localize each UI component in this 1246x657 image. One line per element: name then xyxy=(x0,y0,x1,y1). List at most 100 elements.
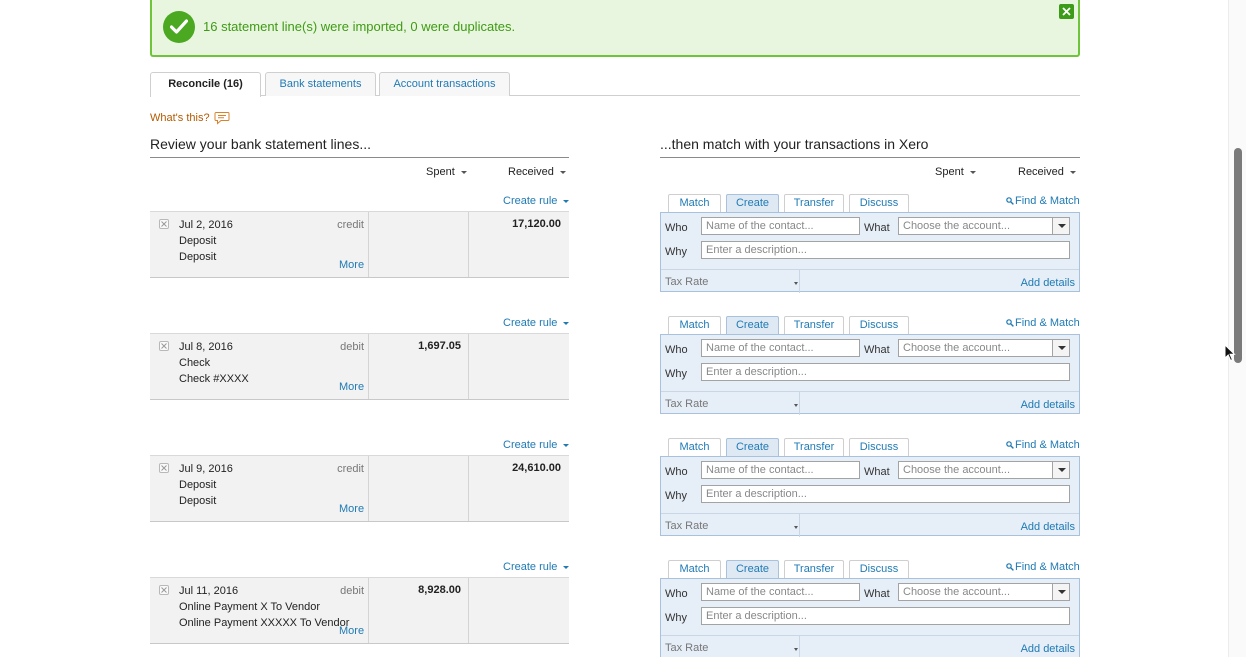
description-input[interactable]: Enter a description... xyxy=(701,607,1070,625)
tax-rate-select[interactable]: Tax Rate xyxy=(665,276,708,288)
add-details-link[interactable]: Add details xyxy=(1021,399,1075,411)
create-rule-link[interactable]: Create rule xyxy=(503,195,570,207)
statement-reference: Deposit xyxy=(179,251,217,263)
account-select-placeholder: Choose the account... xyxy=(903,220,1011,232)
statement-line: Jul 9, 2016 credit Deposit Deposit More … xyxy=(150,455,569,522)
tab-create[interactable]: Create xyxy=(726,560,779,578)
find-match-link[interactable]: Find & Match xyxy=(1006,195,1080,207)
chevron-down-icon[interactable] xyxy=(794,526,798,529)
search-icon xyxy=(1006,563,1014,571)
statement-type: credit xyxy=(337,463,364,475)
remove-line-icon[interactable] xyxy=(159,585,169,595)
tax-row: Tax Rate Add details xyxy=(661,635,1079,657)
column-divider xyxy=(468,578,469,643)
who-input[interactable]: Name of the contact... xyxy=(701,339,860,357)
account-select[interactable]: Choose the account... xyxy=(898,583,1070,601)
tab-match[interactable]: Match xyxy=(668,560,721,578)
add-details-link[interactable]: Add details xyxy=(1021,277,1075,289)
what-label: What xyxy=(864,588,890,600)
sort-caret-icon xyxy=(969,170,976,174)
find-match-label: Find & Match xyxy=(1015,195,1080,207)
what-label: What xyxy=(864,466,890,478)
create-rule-link[interactable]: Create rule xyxy=(503,317,570,329)
create-rule-label: Create rule xyxy=(503,561,558,573)
add-details-link[interactable]: Add details xyxy=(1021,643,1075,655)
find-match-label: Find & Match xyxy=(1015,439,1080,451)
statement-reference: Online Payment XXXXX To Vendor xyxy=(179,617,350,629)
tab-discuss[interactable]: Discuss xyxy=(849,194,909,212)
find-match-link[interactable]: Find & Match xyxy=(1006,317,1080,329)
who-input[interactable]: Name of the contact... xyxy=(701,583,860,601)
tab-transfer[interactable]: Transfer xyxy=(784,560,844,578)
tab-create[interactable]: Create xyxy=(726,316,779,334)
statement-date: Jul 11, 2016 xyxy=(179,585,239,597)
statement-line: Jul 2, 2016 credit Deposit Deposit More … xyxy=(150,211,569,278)
more-link[interactable]: More xyxy=(339,259,364,271)
more-link[interactable]: More xyxy=(339,503,364,515)
received-column-header[interactable]: Received xyxy=(508,166,566,178)
create-rule-link[interactable]: Create rule xyxy=(503,561,570,573)
find-match-link[interactable]: Find & Match xyxy=(1006,561,1080,573)
chevron-down-icon[interactable] xyxy=(1052,340,1069,356)
tab-transfer[interactable]: Transfer xyxy=(784,194,844,212)
received-amount: 17,120.00 xyxy=(512,218,561,230)
spent-amount: 8,928.00 xyxy=(418,584,461,596)
close-icon[interactable] xyxy=(1059,4,1074,19)
find-match-link[interactable]: Find & Match xyxy=(1006,439,1080,451)
tab-create[interactable]: Create xyxy=(726,438,779,456)
tab-transfer[interactable]: Transfer xyxy=(784,316,844,334)
more-link[interactable]: More xyxy=(339,381,364,393)
chevron-down-icon[interactable] xyxy=(794,404,798,407)
tax-rate-select[interactable]: Tax Rate xyxy=(665,642,708,654)
why-label: Why xyxy=(665,612,687,624)
who-label: Who xyxy=(665,466,688,478)
import-success-banner: 16 statement line(s) were imported, 0 we… xyxy=(150,0,1080,57)
tab-bank-statements[interactable]: Bank statements xyxy=(265,72,376,96)
chevron-down-icon[interactable] xyxy=(794,282,798,285)
create-rule-link[interactable]: Create rule xyxy=(503,439,570,451)
statement-type: debit xyxy=(340,585,364,597)
statement-date: Jul 2, 2016 xyxy=(179,219,233,231)
tab-create[interactable]: Create xyxy=(726,194,779,212)
who-input[interactable]: Name of the contact... xyxy=(701,217,860,235)
more-link[interactable]: More xyxy=(339,625,364,637)
description-input[interactable]: Enter a description... xyxy=(701,363,1070,381)
add-details-link[interactable]: Add details xyxy=(1021,521,1075,533)
tax-rate-select[interactable]: Tax Rate xyxy=(665,398,708,410)
who-label: Who xyxy=(665,222,688,234)
chevron-down-icon[interactable] xyxy=(1052,218,1069,234)
tab-discuss[interactable]: Discuss xyxy=(849,316,909,334)
tab-discuss[interactable]: Discuss xyxy=(849,560,909,578)
tab-match[interactable]: Match xyxy=(668,438,721,456)
scrollbar-thumb[interactable] xyxy=(1234,148,1242,363)
remove-line-icon[interactable] xyxy=(159,341,169,351)
who-input[interactable]: Name of the contact... xyxy=(701,461,860,479)
spent-column-header[interactable]: Spent xyxy=(426,166,467,178)
description-input[interactable]: Enter a description... xyxy=(701,241,1070,259)
tab-match[interactable]: Match xyxy=(668,194,721,212)
chevron-down-icon[interactable] xyxy=(1052,584,1069,600)
account-select[interactable]: Choose the account... xyxy=(898,461,1070,479)
chevron-down-icon[interactable] xyxy=(1052,462,1069,478)
tab-discuss[interactable]: Discuss xyxy=(849,438,909,456)
received-column-header-right[interactable]: Received xyxy=(1018,166,1076,178)
create-rule-label: Create rule xyxy=(503,195,558,207)
chevron-down-icon[interactable] xyxy=(794,648,798,651)
received-amount: 24,610.00 xyxy=(512,462,561,474)
remove-line-icon[interactable] xyxy=(159,463,169,473)
tab-reconcile[interactable]: Reconcile (16) xyxy=(150,72,261,97)
tab-match[interactable]: Match xyxy=(668,316,721,334)
tax-row: Tax Rate Add details xyxy=(661,513,1079,537)
account-select[interactable]: Choose the account... xyxy=(898,339,1070,357)
statement-reference: Check #XXXX xyxy=(179,373,249,385)
whats-this-link[interactable]: What's this? xyxy=(150,112,230,125)
column-divider xyxy=(799,270,800,293)
description-input[interactable]: Enter a description... xyxy=(701,485,1070,503)
tab-transfer[interactable]: Transfer xyxy=(784,438,844,456)
tax-rate-select[interactable]: Tax Rate xyxy=(665,520,708,532)
tab-account-transactions[interactable]: Account transactions xyxy=(379,72,510,96)
spent-column-header-right[interactable]: Spent xyxy=(935,166,976,178)
remove-line-icon[interactable] xyxy=(159,219,169,229)
account-select[interactable]: Choose the account... xyxy=(898,217,1070,235)
column-divider xyxy=(799,514,800,537)
